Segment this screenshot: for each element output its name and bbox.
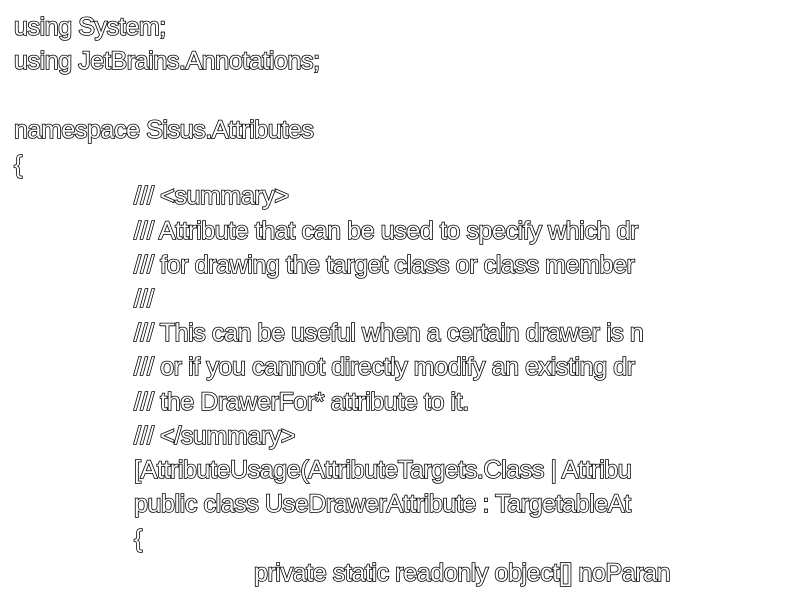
code-line-9: /// (133, 284, 155, 314)
code-line-12: /// the DrawerFor* attribute to it. (133, 387, 470, 417)
code-line-11: /// or if you cannot directly modify an … (133, 352, 636, 382)
code-line-4: namespace Sisus.Attributes (13, 115, 314, 145)
code-line-13: /// </summary> (133, 421, 296, 451)
code-line-14: [AttributeUsage(AttributeTargets.Class |… (133, 455, 632, 485)
code-line-15: public class UseDrawerAttribute : Target… (133, 489, 632, 519)
code-line-7: /// Attribute that can be used to specif… (133, 216, 639, 246)
code-line-10: /// This can be useful when a certain dr… (133, 318, 644, 348)
code-line-8: /// for drawing the target class or clas… (133, 250, 635, 280)
code-editor-view: using System; using JetBrains.Annotation… (0, 0, 800, 600)
code-line-2: using JetBrains.Annotations; (13, 46, 321, 76)
code-line-16: { (133, 524, 143, 554)
code-line-17: private static readonly object[] noParan (253, 558, 671, 588)
code-line-6: /// <summary> (133, 181, 290, 211)
code-line-5: { (13, 150, 23, 180)
code-line-1: using System; (13, 12, 167, 42)
